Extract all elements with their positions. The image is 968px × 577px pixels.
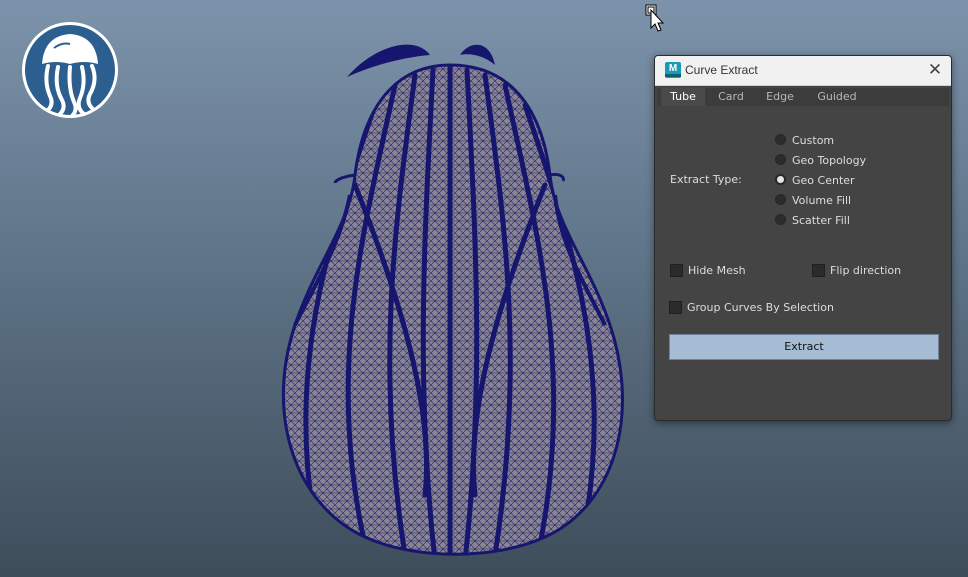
flip-direction-label: Flip direction	[830, 264, 902, 277]
tab-guided[interactable]: Guided	[809, 88, 865, 106]
radio-scatter-fill[interactable]	[775, 214, 786, 225]
jellyfish-logo-icon	[22, 22, 118, 118]
close-icon[interactable]: ✕	[925, 60, 945, 80]
wireframe-mesh[interactable]	[255, 25, 650, 565]
radio-geo-topology[interactable]	[775, 154, 786, 165]
flip-direction-checkbox[interactable]	[812, 264, 825, 277]
tab-edge[interactable]: Edge	[757, 88, 803, 106]
dialog-title: Curve Extract	[685, 63, 758, 77]
radio-custom[interactable]	[775, 134, 786, 145]
tab-bar: Tube Card Edge Guided	[657, 88, 949, 106]
dialog-titlebar[interactable]: M Curve Extract ✕	[655, 56, 951, 86]
extract-button[interactable]: Extract	[669, 334, 939, 360]
tab-tube[interactable]: Tube	[661, 88, 705, 106]
radio-geo-center[interactable]	[775, 174, 786, 185]
maya-app-icon: M	[665, 62, 681, 78]
radio-geo-center-label: Geo Center	[792, 174, 855, 187]
tube-tab-panel: Extract Type: Custom Geo Topology Geo Ce…	[657, 106, 949, 418]
group-curves-label: Group Curves By Selection	[687, 301, 834, 314]
radio-custom-label: Custom	[792, 134, 835, 147]
tab-card[interactable]: Card	[709, 88, 753, 106]
radio-geo-topology-label: Geo Topology	[792, 154, 867, 167]
radio-volume-fill-label: Volume Fill	[792, 194, 852, 207]
curve-extract-dialog: M Curve Extract ✕ Tube Card Edge Guided …	[654, 55, 952, 421]
hide-mesh-checkbox[interactable]	[670, 264, 683, 277]
radio-scatter-fill-label: Scatter Fill	[792, 214, 850, 227]
hide-mesh-label: Hide Mesh	[688, 264, 746, 277]
group-curves-checkbox[interactable]	[669, 301, 682, 314]
extract-type-label: Extract Type:	[670, 173, 742, 186]
mouse-pointer-icon	[645, 4, 665, 32]
radio-volume-fill[interactable]	[775, 194, 786, 205]
